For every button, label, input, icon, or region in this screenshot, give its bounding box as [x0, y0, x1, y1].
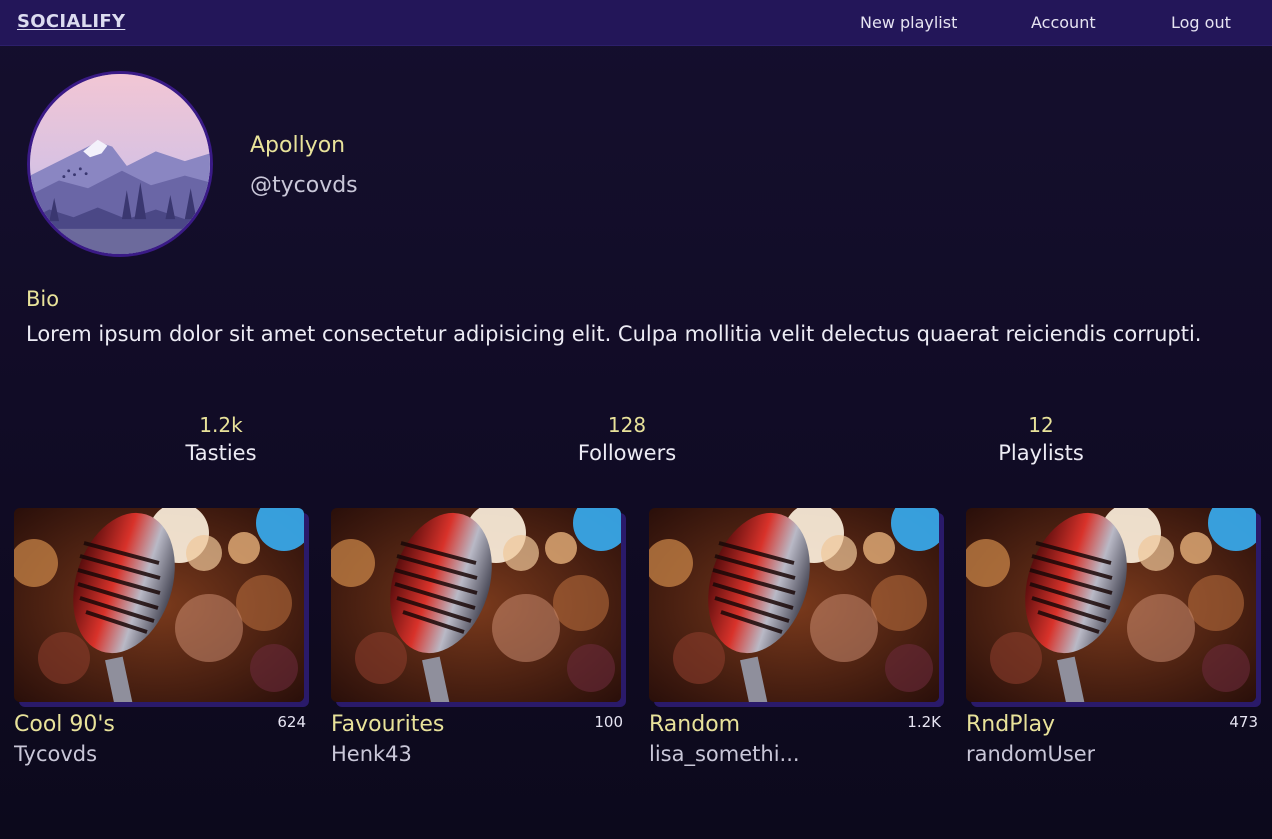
- playlist-title[interactable]: Cool 90's: [14, 712, 115, 737]
- microphone-image: [966, 508, 1256, 702]
- playlist-cover-image[interactable]: [649, 508, 939, 702]
- stat-followers: 128 Followers: [527, 412, 727, 468]
- microphone-image: [331, 508, 621, 702]
- avatar: [27, 71, 213, 257]
- stat-label: Tasties: [185, 441, 257, 465]
- playlist-title[interactable]: RndPlay: [966, 712, 1055, 737]
- stat-label: Followers: [577, 441, 677, 465]
- playlist-card[interactable]: RndPlay 473 randomUser: [966, 508, 1262, 778]
- playlist-count: 624: [277, 713, 306, 731]
- bio-heading: Bio: [26, 287, 60, 311]
- mountain-landscape-icon: [30, 74, 210, 254]
- log-out-link[interactable]: Log out: [1171, 13, 1231, 32]
- microphone-image: [14, 508, 304, 702]
- playlist-cover-image[interactable]: [14, 508, 304, 702]
- playlist-owner[interactable]: randomUser: [966, 742, 1095, 766]
- profile-display-name: Apollyon: [250, 133, 346, 158]
- stat-label: Playlists: [998, 441, 1084, 465]
- playlist-cover-image[interactable]: [331, 508, 621, 702]
- playlist-count: 100: [594, 713, 623, 731]
- playlist-card[interactable]: Random 1.2K lisa_somethi...: [649, 508, 945, 778]
- playlist-title[interactable]: Random: [649, 712, 740, 737]
- stat-playlists: 12 Playlists: [941, 412, 1141, 468]
- playlist-card[interactable]: Favourites 100 Henk43: [331, 508, 627, 778]
- playlist-count: 473: [1229, 713, 1258, 731]
- stat-value: 12: [1028, 413, 1054, 437]
- account-link[interactable]: Account: [1031, 13, 1096, 32]
- playlist-owner[interactable]: Henk43: [331, 742, 412, 766]
- brand-logo-link[interactable]: SOCIALIFY: [17, 11, 125, 32]
- new-playlist-link[interactable]: New playlist: [860, 13, 957, 32]
- stat-tasties: 1.2k Tasties: [121, 412, 321, 468]
- playlist-owner[interactable]: lisa_somethi...: [649, 742, 800, 766]
- playlist-cover-image[interactable]: [966, 508, 1256, 702]
- stat-value: 128: [607, 413, 647, 437]
- stat-value: 1.2k: [199, 413, 243, 437]
- playlist-owner[interactable]: Tycovds: [14, 742, 97, 766]
- bio-text: Lorem ipsum dolor sit amet consectetur a…: [26, 322, 1202, 346]
- playlist-count: 1.2K: [907, 713, 941, 731]
- playlist-card[interactable]: Cool 90's 624 Tycovds: [14, 508, 310, 778]
- top-navbar: SOCIALIFY New playlist Account Log out: [0, 0, 1272, 46]
- playlist-title[interactable]: Favourites: [331, 712, 444, 737]
- profile-handle: @tycovds: [250, 173, 358, 198]
- microphone-image: [649, 508, 939, 702]
